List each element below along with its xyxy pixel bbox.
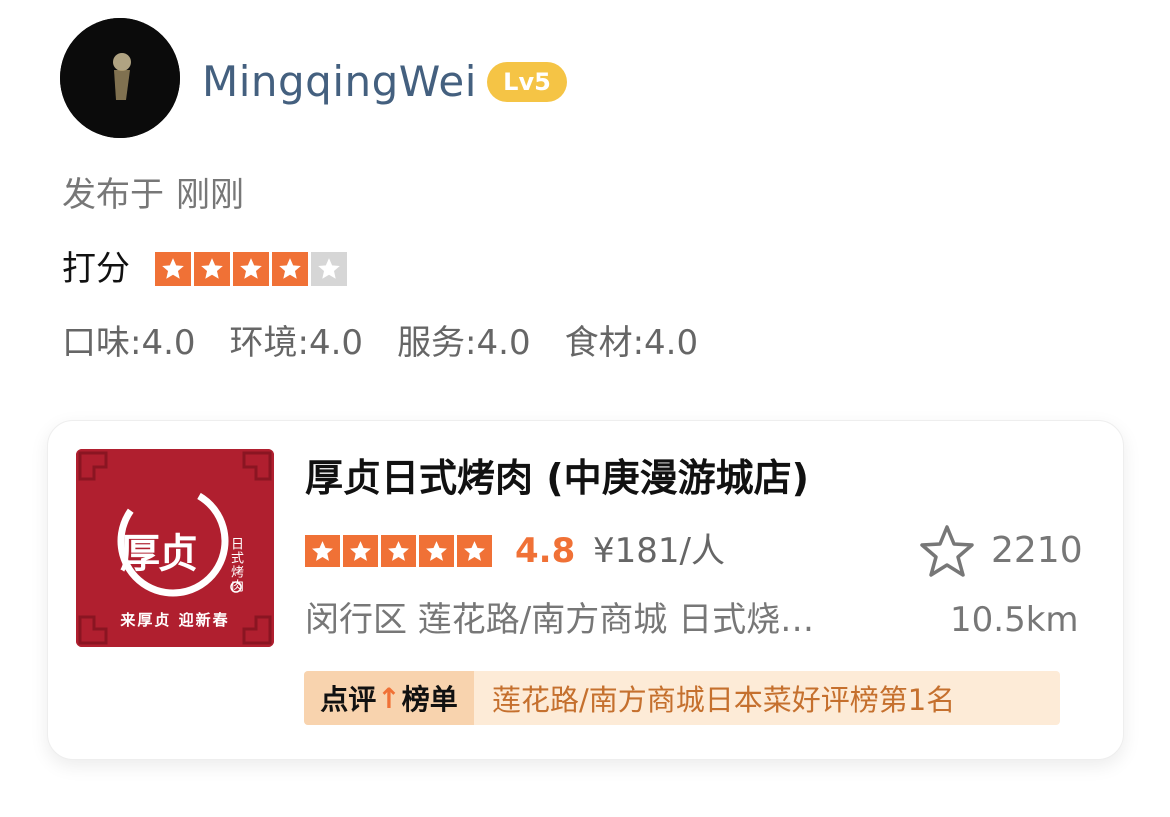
posted-time-value: 刚刚 — [176, 175, 244, 215]
shop-location-category: 闵行区 莲花路/南方商城 日式烧… — [305, 600, 815, 640]
user-avatar[interactable] — [60, 18, 180, 138]
star-filled-icon — [419, 535, 454, 567]
shop-thumbnail[interactable]: 厚贞 日式烤肉 来厚贞 迎新春 — [76, 449, 274, 647]
star-filled-icon — [194, 252, 230, 286]
star-filled-icon — [233, 252, 269, 286]
shop-distance: 10.5km — [950, 600, 1079, 640]
ranking-banner[interactable]: 点评 ↑ 榜单 莲花路/南方商城日本菜好评榜第1名 — [304, 671, 1060, 725]
favorite-count: 2210 — [991, 530, 1083, 571]
star-filled-icon — [155, 252, 191, 286]
posted-time: 发布于 刚刚 — [62, 172, 244, 218]
subscores: 口味:4.0 环境:4.0 服务:4.0 食材:4.0 — [62, 320, 698, 366]
ranking-tag-left: 点评 — [320, 683, 377, 716]
star-filled-icon — [343, 535, 378, 567]
ranking-text: 莲花路/南方商城日本菜好评榜第1名 — [492, 683, 956, 717]
star-filled-icon — [381, 535, 416, 567]
favorite-star-icon[interactable] — [918, 523, 976, 579]
shop-price: ¥181/人 — [593, 531, 725, 571]
up-arrow-icon: ↑ — [377, 681, 401, 715]
subscore-service: 服务:4.0 — [397, 323, 531, 363]
subscore-environment: 环境:4.0 — [229, 323, 364, 363]
score-label: 打分 — [62, 249, 130, 289]
ranking-tag: 点评 ↑ 榜单 — [304, 671, 474, 725]
star-empty-icon — [311, 252, 347, 286]
username[interactable]: MingqingWei — [202, 56, 477, 108]
thumb-logo-text: 厚贞 — [120, 531, 198, 577]
ranking-tag-right: 榜单 — [401, 683, 458, 716]
star-filled-icon — [457, 535, 492, 567]
thumb-slogan: 来厚贞 迎新春 — [120, 611, 230, 629]
shop-card[interactable]: 厚贞 日式烤肉 来厚贞 迎新春 厚贞日式烤肉 (中庚漫游城店) 4.8 ¥181… — [47, 420, 1124, 760]
subscore-ingredients: 食材:4.0 — [564, 323, 699, 363]
shop-name[interactable]: 厚贞日式烤肉 (中庚漫游城店) — [305, 453, 809, 503]
star-filled-icon — [305, 535, 340, 567]
shop-star-rating — [305, 535, 492, 567]
user-star-rating — [155, 252, 347, 286]
subscore-taste: 口味:4.0 — [62, 323, 196, 363]
star-filled-icon — [272, 252, 308, 286]
thumb-side-text: 日式烤肉 — [228, 537, 243, 593]
posted-label: 发布于 — [62, 175, 164, 215]
level-badge: Lv5 — [487, 62, 567, 102]
shop-rating: 4.8 — [515, 531, 576, 571]
